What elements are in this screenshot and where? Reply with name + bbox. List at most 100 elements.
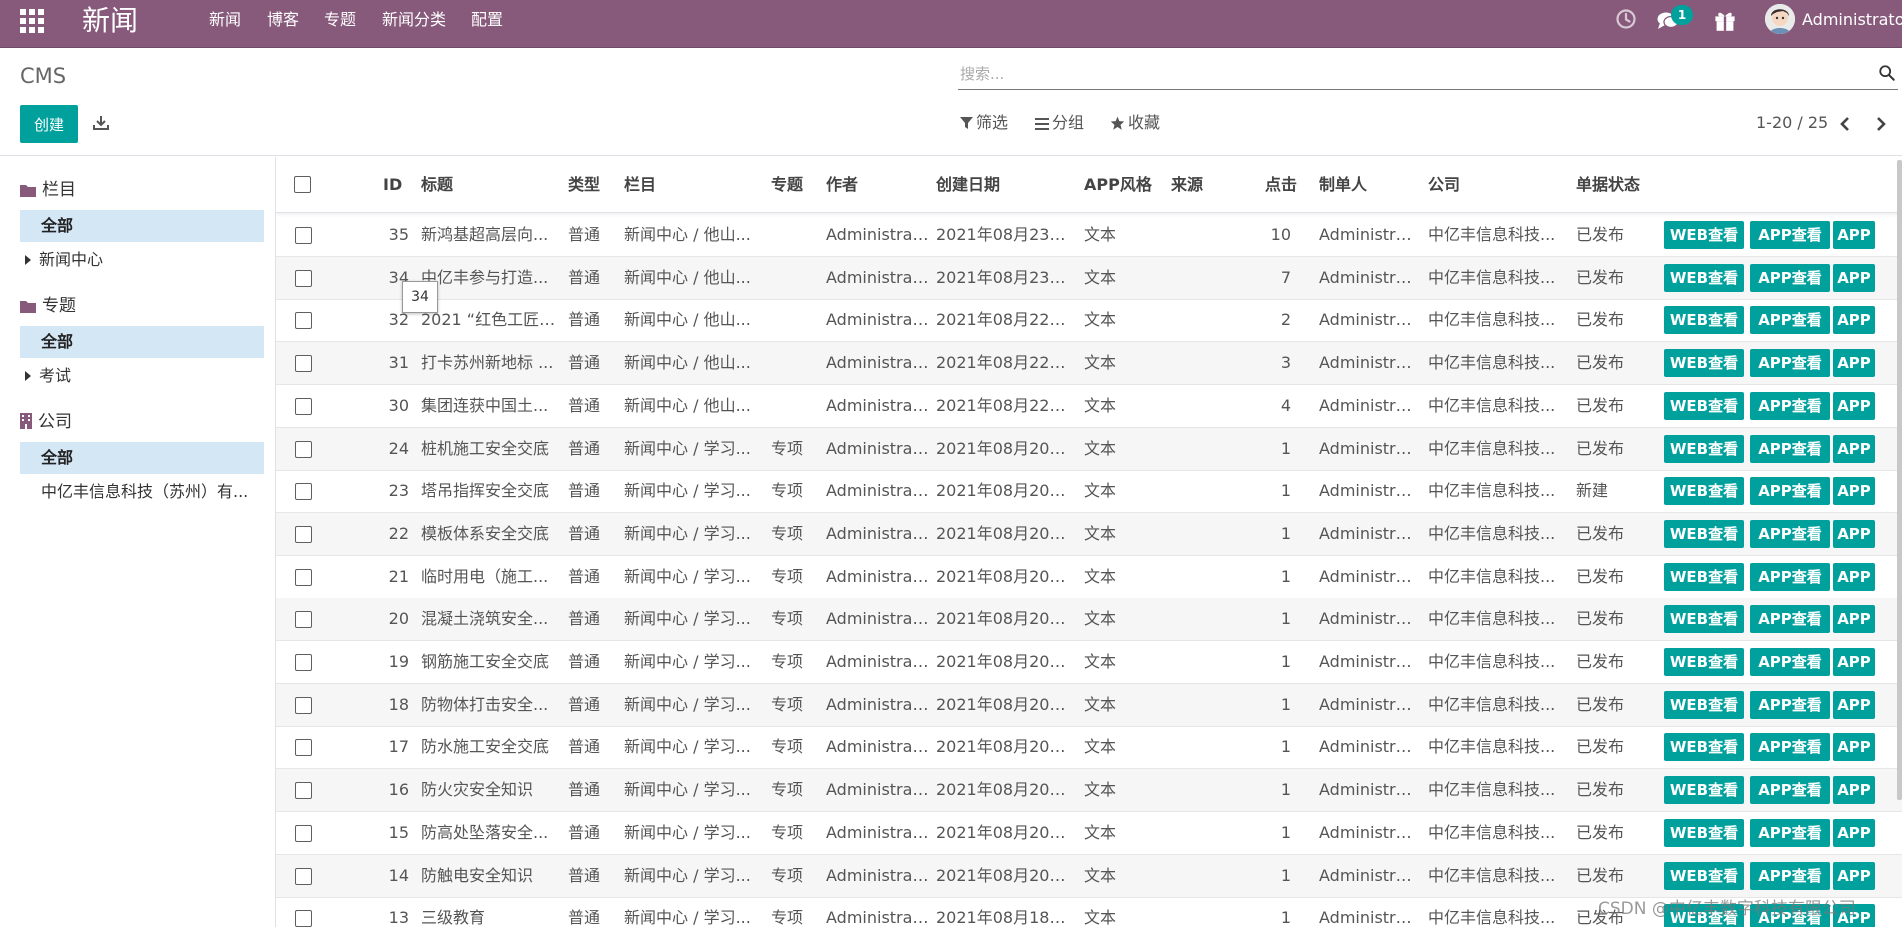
menu-news[interactable]: 新闻 xyxy=(209,10,241,30)
create-button[interactable]: 创建 xyxy=(20,105,78,143)
row-checkbox[interactable] xyxy=(295,782,312,800)
column-header-company[interactable]: 公司 xyxy=(1428,175,1460,195)
column-header-clicks[interactable]: 点击 xyxy=(1265,175,1297,195)
column-header-app-style[interactable]: APP风格 xyxy=(1084,175,1152,195)
app-button[interactable]: APP xyxy=(1833,349,1875,378)
row-checkbox[interactable] xyxy=(295,739,312,757)
app-view-button[interactable]: APP查看 xyxy=(1750,263,1830,292)
filter-dropdown[interactable]: 筛选 xyxy=(960,113,1008,133)
app-button[interactable]: APP xyxy=(1833,605,1875,634)
web-view-button[interactable]: WEB查看 xyxy=(1664,605,1744,634)
row-checkbox[interactable] xyxy=(295,654,312,671)
topic-all[interactable]: 全部 xyxy=(20,326,264,358)
app-view-button[interactable]: APP查看 xyxy=(1750,434,1830,463)
column-header-date[interactable]: 创建日期 xyxy=(936,175,1000,195)
column-header-source[interactable]: 来源 xyxy=(1171,175,1203,195)
app-view-button[interactable]: APP查看 xyxy=(1750,519,1830,548)
web-view-button[interactable]: WEB查看 xyxy=(1664,818,1744,847)
app-button[interactable]: APP xyxy=(1833,434,1875,463)
table-row[interactable]: 14 防触电安全知识 普通 新闻中心 / 学习... 专项 Administrator 20… xyxy=(276,854,1902,898)
row-checkbox[interactable] xyxy=(295,397,312,415)
vertical-scrollbar[interactable] xyxy=(1897,160,1902,800)
table-row[interactable]: 34 中亿丰参与打造... 普通 新闻中心 / 他山... Administrator 2… xyxy=(276,256,1902,300)
web-view-button[interactable]: WEB查看 xyxy=(1664,349,1744,378)
table-row[interactable]: 15 防高处坠落安全... 普通 新闻中心 / 学习... 专项 Administrato… xyxy=(276,812,1902,855)
row-checkbox[interactable] xyxy=(295,611,312,629)
web-view-button[interactable]: WEB查看 xyxy=(1664,690,1744,719)
app-button[interactable]: APP xyxy=(1833,519,1875,548)
app-button[interactable]: APP xyxy=(1833,776,1875,805)
app-button[interactable]: APP xyxy=(1833,263,1875,292)
web-view-button[interactable]: WEB查看 xyxy=(1664,562,1744,591)
user-avatar[interactable] xyxy=(1765,4,1795,34)
row-checkbox[interactable] xyxy=(295,525,312,543)
select-all-checkbox[interactable] xyxy=(294,176,311,193)
app-brand[interactable]: 新闻 xyxy=(82,3,138,39)
app-view-button[interactable]: APP查看 xyxy=(1750,306,1830,335)
web-view-button[interactable]: WEB查看 xyxy=(1664,434,1744,463)
app-view-button[interactable]: APP查看 xyxy=(1750,477,1830,506)
row-checkbox[interactable] xyxy=(295,910,312,927)
row-checkbox[interactable] xyxy=(295,483,312,501)
web-view-button[interactable]: WEB查看 xyxy=(1664,306,1744,335)
web-view-button[interactable]: WEB查看 xyxy=(1664,519,1744,548)
apps-grid-icon[interactable] xyxy=(20,9,46,35)
menu-blog[interactable]: 博客 xyxy=(267,10,299,30)
search-icon[interactable] xyxy=(1878,64,1896,82)
app-view-button[interactable]: APP查看 xyxy=(1750,776,1830,805)
column-header-type[interactable]: 类型 xyxy=(568,175,600,195)
app-view-button[interactable]: APP查看 xyxy=(1750,391,1830,420)
app-view-button[interactable]: APP查看 xyxy=(1750,733,1830,762)
app-view-button[interactable]: APP查看 xyxy=(1750,861,1830,890)
app-button[interactable]: APP xyxy=(1833,562,1875,591)
table-row[interactable]: 19 钢筋施工安全交底 普通 新闻中心 / 学习... 专项 Administrator 2… xyxy=(276,641,1902,684)
web-view-button[interactable]: WEB查看 xyxy=(1664,391,1744,420)
row-checkbox[interactable] xyxy=(295,312,312,330)
app-button[interactable]: APP xyxy=(1833,221,1875,249)
web-view-button[interactable]: WEB查看 xyxy=(1664,733,1744,762)
table-row[interactable]: 24 桩机施工安全交底 普通 新闻中心 / 学习... 专项 Administrator 2… xyxy=(276,427,1902,471)
table-row[interactable]: 21 临时用电（施工... 普通 新闻中心 / 学习... 专项 Administrato… xyxy=(276,556,1902,599)
row-checkbox[interactable] xyxy=(295,440,312,458)
table-row[interactable]: 32 2021 “红色工匠”... 普通 新闻中心 / 他山... Administra… xyxy=(276,299,1902,343)
company-all[interactable]: 全部 xyxy=(20,442,264,474)
app-view-button[interactable]: APP查看 xyxy=(1750,221,1830,249)
web-view-button[interactable]: WEB查看 xyxy=(1664,221,1744,249)
column-header-topic[interactable]: 专题 xyxy=(771,175,803,195)
web-view-button[interactable]: WEB查看 xyxy=(1664,861,1744,890)
column-header-author[interactable]: 作者 xyxy=(826,175,858,195)
user-name[interactable]: Administrator xyxy=(1802,10,1902,30)
menu-topics[interactable]: 专题 xyxy=(324,10,356,30)
gift-icon[interactable] xyxy=(1713,8,1737,32)
app-button[interactable]: APP xyxy=(1833,818,1875,847)
column-header-title[interactable]: 标题 xyxy=(421,175,453,195)
web-view-button[interactable]: WEB查看 xyxy=(1664,477,1744,506)
column-header-state[interactable]: 单据状态 xyxy=(1576,175,1640,195)
row-checkbox[interactable] xyxy=(295,269,312,287)
menu-config[interactable]: 配置 xyxy=(471,10,503,30)
app-button[interactable]: APP xyxy=(1833,477,1875,506)
caret-right-icon[interactable] xyxy=(25,255,31,265)
app-view-button[interactable]: APP查看 xyxy=(1750,818,1830,847)
web-view-button[interactable]: WEB查看 xyxy=(1664,648,1744,676)
row-checkbox[interactable] xyxy=(295,568,312,586)
row-checkbox[interactable] xyxy=(295,824,312,842)
group-dropdown[interactable]: 分组 xyxy=(1035,113,1084,133)
table-row[interactable]: 35 新鸿基超高层向... 普通 新闻中心 / 他山... Administrator 2… xyxy=(276,214,1902,257)
app-view-button[interactable]: APP查看 xyxy=(1750,349,1830,378)
category-all[interactable]: 全部 xyxy=(20,210,264,242)
clock-icon[interactable] xyxy=(1614,7,1638,31)
pager-previous-icon[interactable] xyxy=(1834,112,1856,136)
app-button[interactable]: APP xyxy=(1833,648,1875,676)
row-checkbox[interactable] xyxy=(295,355,312,373)
download-icon[interactable] xyxy=(92,114,110,132)
menu-news-category[interactable]: 新闻分类 xyxy=(382,10,446,30)
table-row[interactable]: 31 打卡苏州新地标 ... 普通 新闻中心 / 他山... Administrator… xyxy=(276,342,1902,386)
row-checkbox[interactable] xyxy=(295,227,312,244)
app-button[interactable]: APP xyxy=(1833,861,1875,890)
app-view-button[interactable]: APP查看 xyxy=(1750,648,1830,676)
table-row[interactable]: 18 防物体打击安全... 普通 新闻中心 / 学习... 专项 Administrato… xyxy=(276,683,1902,727)
app-view-button[interactable]: APP查看 xyxy=(1750,690,1830,719)
app-button[interactable]: APP xyxy=(1833,733,1875,762)
table-row[interactable]: 20 混凝土浇筑安全... 普通 新闻中心 / 学习... 专项 Administrato… xyxy=(276,598,1902,642)
